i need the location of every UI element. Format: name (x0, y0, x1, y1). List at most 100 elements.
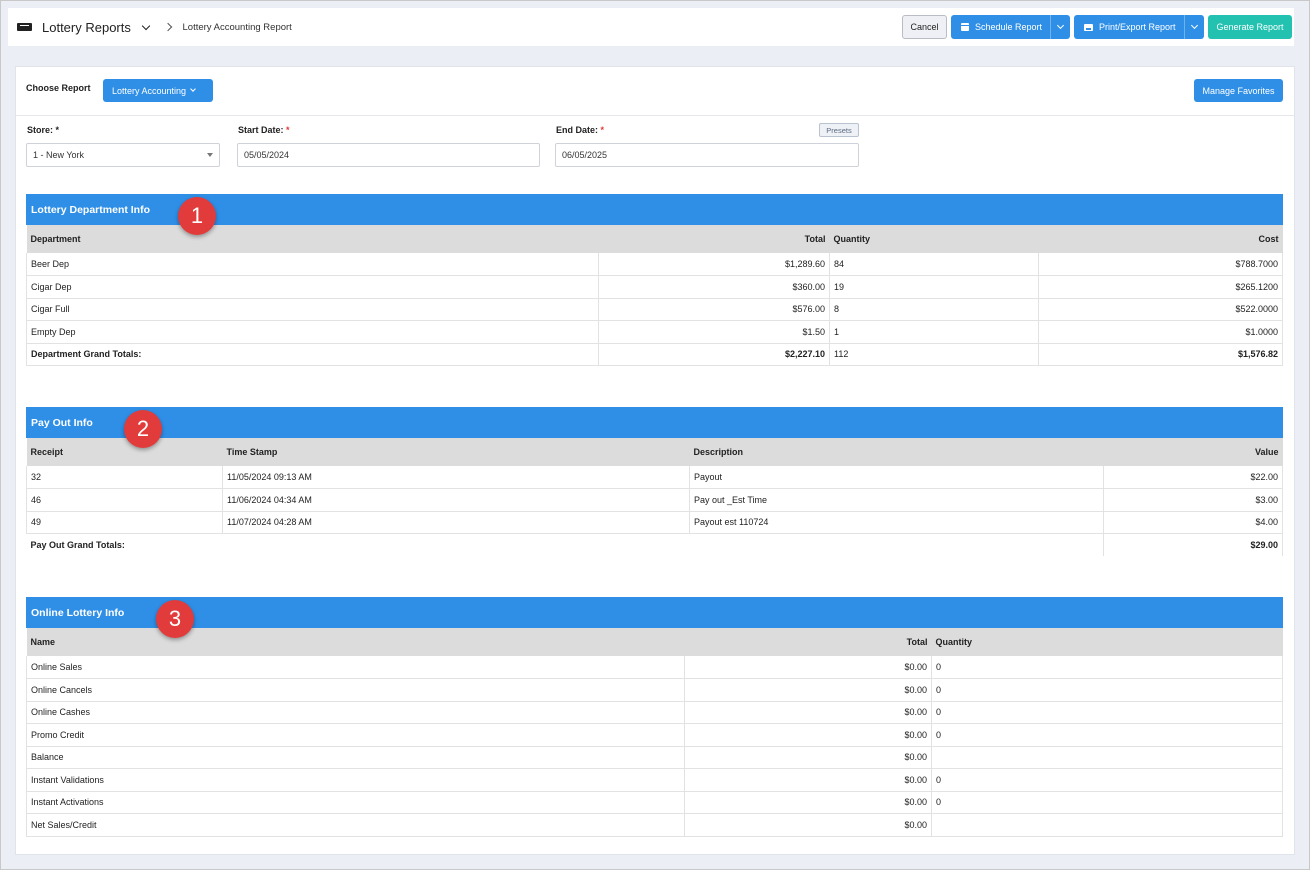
print-export-label: Print/Export Report (1099, 22, 1176, 32)
cell (931, 746, 1283, 769)
cell: $0.00 (684, 768, 932, 792)
column-header: Value (1103, 438, 1283, 466)
top-bar: Lottery Reports Lottery Accounting Repor… (8, 8, 1294, 46)
column-header: Department (26, 225, 599, 253)
store-select[interactable]: 1 - New York (26, 143, 220, 167)
manage-favorites-button[interactable]: Manage Favorites (1194, 79, 1283, 102)
print-export-dropdown[interactable] (1184, 15, 1204, 39)
department-table: Department Total Quantity Cost Beer Dep … (26, 225, 1283, 366)
cell: Promo Credit (26, 723, 685, 747)
table-row: 46 11/06/2024 04:34 AM Pay out _Est Time… (26, 488, 1283, 512)
table-header-row: Name Total Quantity (26, 628, 1283, 656)
cell: $0.00 (684, 701, 932, 724)
toolbar: Cancel Schedule Report Print/Export Repo… (902, 15, 1292, 39)
table-row: Cigar Dep $360.00 19 $265.1200 (26, 275, 1283, 299)
schedule-report-button[interactable]: Schedule Report (951, 15, 1050, 39)
cell: Balance (26, 746, 685, 769)
cell: 46 (26, 488, 223, 512)
cell: Instant Activations (26, 791, 685, 814)
schedule-report-group: Schedule Report (951, 15, 1070, 39)
start-date-input[interactable]: 05/05/2024 (237, 143, 540, 167)
table-row: Instant Validations $0.00 0 (26, 768, 1283, 792)
cell: $0.00 (684, 656, 932, 679)
column-header: Time Stamp (222, 438, 690, 466)
cell: 0 (931, 723, 1283, 747)
cell: $788.7000 (1038, 253, 1283, 276)
cell: Online Sales (26, 656, 685, 679)
cell: 1 (829, 320, 1039, 344)
cell: 0 (931, 768, 1283, 792)
ticket-icon (17, 23, 32, 31)
cell: 8 (829, 298, 1039, 321)
chevron-down-icon (1056, 21, 1065, 29)
app-title: Lottery Reports (42, 19, 131, 35)
grand-total-row: Department Grand Totals: $2,227.10 112 $… (26, 343, 1283, 366)
report-card: Choose Report Lottery Accounting Manage … (15, 66, 1295, 855)
end-date-value: 06/05/2025 (562, 150, 608, 160)
print-export-button[interactable]: Print/Export Report (1074, 15, 1184, 39)
cell: Pay out _Est Time (689, 488, 1104, 512)
cell: $4.00 (1103, 511, 1283, 534)
cell: Beer Dep (26, 253, 599, 276)
cell (931, 813, 1283, 837)
presets-button[interactable]: Presets (819, 123, 859, 137)
generate-report-button[interactable]: Generate Report (1208, 15, 1292, 39)
end-date-label: End Date: * (556, 125, 604, 135)
printer-icon (1084, 23, 1093, 31)
cell: $1,289.60 (598, 253, 830, 276)
table-row: Online Sales $0.00 0 (26, 656, 1283, 679)
column-header: Description (689, 438, 1104, 466)
end-date-label-text: End Date: (556, 125, 599, 135)
cell: 11/05/2024 09:13 AM (222, 466, 690, 489)
cell: $3.00 (1103, 488, 1283, 512)
schedule-report-dropdown[interactable] (1050, 15, 1070, 39)
app-title-dropdown[interactable]: Lottery Reports (42, 19, 150, 35)
online-lottery-section-header: Online Lottery Info 3 (26, 597, 1283, 638)
store-label: Store: * (27, 125, 60, 135)
cell: Online Cancels (26, 678, 685, 702)
cell: 0 (931, 791, 1283, 814)
table-header-row: Receipt Time Stamp Description Value (26, 438, 1283, 466)
end-date-input[interactable]: 06/05/2025 (555, 143, 859, 167)
callout-marker: 1 (178, 197, 216, 235)
cell: 19 (829, 275, 1039, 299)
cell: $0.00 (684, 791, 932, 814)
calendar-icon (961, 23, 969, 31)
cell: $0.00 (684, 678, 932, 702)
column-header: Receipt (26, 438, 223, 466)
cell: 0 (931, 701, 1283, 724)
cell: $1.0000 (1038, 320, 1283, 344)
cell: $0.00 (684, 723, 932, 747)
callout-marker: 2 (124, 410, 162, 448)
cell: 112 (829, 343, 1039, 366)
cell: Payout est 110724 (689, 511, 1104, 534)
cell: Pay Out Grand Totals: (26, 533, 1104, 556)
table-row: Beer Dep $1,289.60 84 $788.7000 (26, 253, 1283, 276)
cell: $0.00 (684, 746, 932, 769)
table-row: Online Cancels $0.00 0 (26, 678, 1283, 702)
cell: Instant Validations (26, 768, 685, 792)
cell: 32 (26, 466, 223, 489)
cell: $265.1200 (1038, 275, 1283, 299)
cell: $522.0000 (1038, 298, 1283, 321)
divider (16, 115, 1294, 116)
cell: $29.00 (1103, 533, 1283, 556)
start-date-value: 05/05/2024 (244, 150, 290, 160)
table-row: 32 11/05/2024 09:13 AM Payout $22.00 (26, 466, 1283, 489)
report-select[interactable]: Lottery Accounting (103, 79, 213, 102)
cell: $2,227.10 (598, 343, 830, 366)
report-select-value: Lottery Accounting (112, 85, 187, 96)
column-header: Total (684, 628, 932, 656)
cancel-button[interactable]: Cancel (902, 15, 947, 39)
table-row: Net Sales/Credit $0.00 (26, 813, 1283, 837)
section-title: Online Lottery Info (31, 606, 125, 619)
chevron-right-icon (163, 22, 172, 32)
cell: 11/07/2024 04:28 AM (222, 511, 690, 534)
section-title: Pay Out Info (31, 416, 93, 429)
department-section: Lottery Department Info 1 Department Tot… (26, 194, 1283, 366)
dropdown-arrow-icon (207, 153, 213, 157)
payout-table: Receipt Time Stamp Description Value 32 … (26, 438, 1283, 556)
online-lottery-section: Online Lottery Info 3 Name Total Quantit… (26, 597, 1283, 837)
column-header: Cost (1038, 225, 1283, 253)
schedule-report-label: Schedule Report (975, 22, 1043, 32)
